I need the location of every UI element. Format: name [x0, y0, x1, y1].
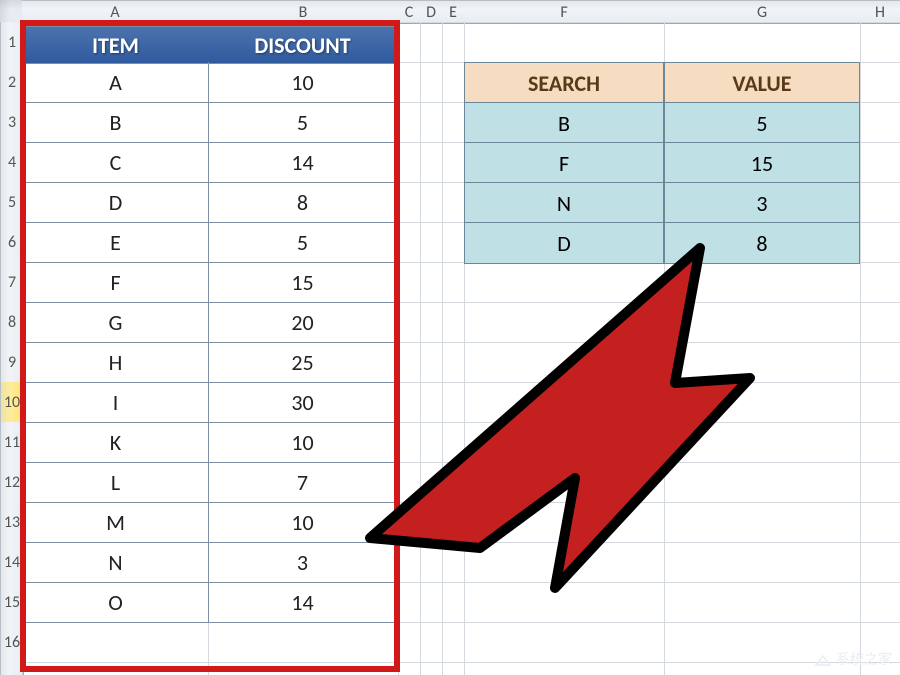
gridline-v	[398, 22, 399, 675]
cell-discount[interactable]: 10	[208, 502, 398, 543]
cell-item[interactable]: D	[22, 182, 209, 223]
column-header-D[interactable]: D	[420, 0, 443, 24]
cell-discount[interactable]: 14	[208, 582, 398, 623]
select-all-corner[interactable]	[0, 0, 23, 23]
row-header-11[interactable]: 11	[0, 422, 24, 463]
row-header-3[interactable]: 3	[0, 102, 24, 143]
cell-item[interactable]: O	[22, 582, 209, 623]
column-header-G[interactable]: G	[664, 0, 861, 24]
cell-item[interactable]: B	[22, 102, 209, 143]
lookup-header-search[interactable]: SEARCH	[464, 62, 664, 104]
column-header-B[interactable]: B	[208, 0, 399, 24]
column-header-C[interactable]: C	[398, 0, 421, 24]
cell-discount[interactable]: 5	[208, 102, 398, 143]
cell-value[interactable]: 3	[664, 182, 860, 224]
row-header-7[interactable]: 7	[0, 262, 24, 303]
cell-item[interactable]: F	[22, 262, 209, 303]
cell-item[interactable]: C	[22, 142, 209, 183]
main-header-item[interactable]: ITEM	[22, 26, 209, 64]
cell-item[interactable]: A	[22, 62, 209, 103]
row-header-5[interactable]: 5	[0, 182, 24, 223]
cell-item[interactable]: K	[22, 422, 209, 463]
cell-value[interactable]: 8	[664, 222, 860, 264]
cell-value[interactable]: 5	[664, 102, 860, 144]
row-header-16[interactable]: 16	[0, 622, 24, 663]
row-header-9[interactable]: 9	[0, 342, 24, 383]
row-header-8[interactable]: 8	[0, 302, 24, 343]
cell-search[interactable]: B	[464, 102, 664, 144]
lookup-header-value[interactable]: VALUE	[664, 62, 860, 104]
cell-search[interactable]: D	[464, 222, 664, 264]
cell-item[interactable]: N	[22, 542, 209, 583]
row-header-6[interactable]: 6	[0, 222, 24, 263]
cell-discount[interactable]: 25	[208, 342, 398, 383]
cell-item[interactable]: I	[22, 382, 209, 423]
row-header-12[interactable]: 12	[0, 462, 24, 503]
row-header-17[interactable]: 17	[0, 662, 24, 675]
cell-discount[interactable]: 30	[208, 382, 398, 423]
cell-discount[interactable]: 10	[208, 62, 398, 103]
cell-item[interactable]: G	[22, 302, 209, 343]
cell-search[interactable]: F	[464, 142, 664, 184]
cell-discount[interactable]: 14	[208, 142, 398, 183]
column-header-E[interactable]: E	[442, 0, 465, 24]
row-header-15[interactable]: 15	[0, 582, 24, 623]
row-header-13[interactable]: 13	[0, 502, 24, 543]
row-header-14[interactable]: 14	[0, 542, 24, 583]
cell-item[interactable]: E	[22, 222, 209, 263]
row-header-10[interactable]: 10	[0, 382, 24, 423]
row-header-4[interactable]: 4	[0, 142, 24, 183]
cell-item[interactable]: M	[22, 502, 209, 543]
cell-discount[interactable]: 7	[208, 462, 398, 503]
row-header-2[interactable]: 2	[0, 62, 24, 103]
column-header-F[interactable]: F	[464, 0, 665, 24]
cell-discount[interactable]: 10	[208, 422, 398, 463]
spreadsheet-grid[interactable]: ABCDEFGH123456789101112131415161718ITEMD…	[0, 0, 900, 675]
gridline-h	[22, 22, 900, 23]
gridline-v	[420, 22, 421, 675]
gridline-h	[22, 662, 900, 663]
column-header-A[interactable]: A	[22, 0, 209, 24]
watermark: 系统之家	[814, 649, 892, 669]
cell-discount[interactable]: 3	[208, 542, 398, 583]
gridline-v	[442, 22, 443, 675]
cell-item[interactable]: L	[22, 462, 209, 503]
row-header-1[interactable]: 1	[0, 22, 24, 63]
cell-discount[interactable]: 8	[208, 182, 398, 223]
cell-discount[interactable]: 20	[208, 302, 398, 343]
cell-discount[interactable]: 5	[208, 222, 398, 263]
main-header-discount[interactable]: DISCOUNT	[208, 26, 398, 64]
cell-value[interactable]: 15	[664, 142, 860, 184]
cell-discount[interactable]: 15	[208, 262, 398, 303]
cell-search[interactable]: N	[464, 182, 664, 224]
gridline-v	[860, 22, 861, 675]
column-header-H[interactable]: H	[860, 0, 900, 24]
cell-item[interactable]: H	[22, 342, 209, 383]
